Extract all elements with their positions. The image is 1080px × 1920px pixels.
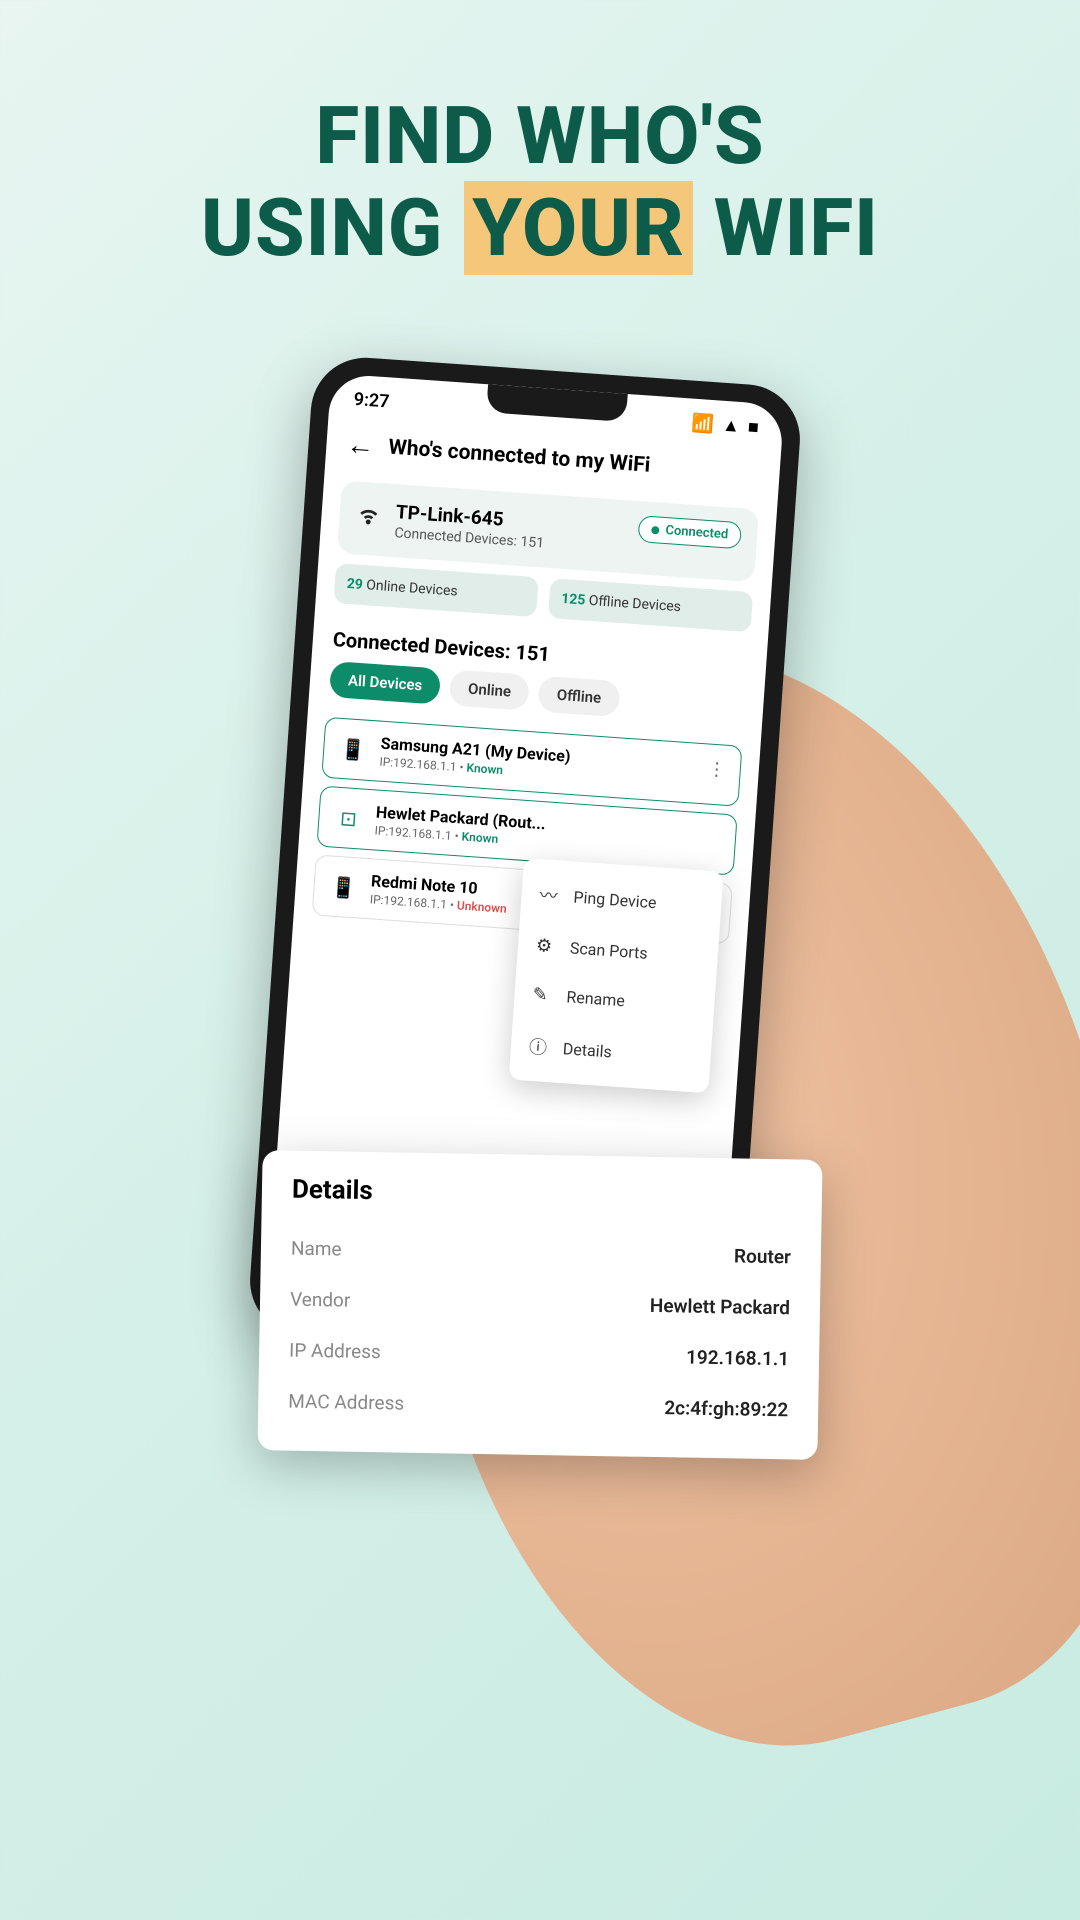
filter-offline[interactable]: Offline: [538, 676, 621, 718]
status-time: 9:27: [353, 389, 390, 412]
offline-devices-stat[interactable]: 125 Offline Devices: [548, 578, 753, 632]
back-button[interactable]: ←: [345, 428, 375, 463]
headline-highlight: YOUR: [464, 181, 693, 275]
promo-headline: FIND WHO'S USING YOUR WIFI: [0, 0, 1080, 274]
headline-line1: FIND WHO'S: [315, 89, 764, 183]
phone-device-icon: 📱: [328, 871, 360, 903]
signal-icon: 📶: [691, 413, 715, 436]
battery-icon: ■: [747, 417, 759, 439]
detail-row-vendor: Vendor Hewlett Packard: [290, 1274, 791, 1334]
detail-row-ip: IP Address 192.168.1.1: [289, 1325, 790, 1385]
details-card: Details Name Router Vendor Hewlett Packa…: [257, 1150, 822, 1460]
device-context-menu: 〰 Ping Device ⚙ Scan Ports ✎ Rename ⓘ De…: [509, 858, 724, 1093]
detail-mac-value: 2c:4f:gh:89:22: [664, 1396, 788, 1421]
detail-row-name: Name Router: [291, 1223, 792, 1283]
detail-vendor-value: Hewlett Packard: [650, 1294, 791, 1319]
detail-name-label: Name: [291, 1237, 342, 1261]
connected-label: Connected: [665, 523, 729, 542]
device-menu-icon[interactable]: ⋮: [707, 759, 726, 781]
wifi-icon: [355, 499, 383, 533]
detail-vendor-label: Vendor: [290, 1288, 351, 1312]
ping-icon: 〰: [539, 881, 561, 908]
online-label: Online Devices: [366, 577, 458, 599]
online-devices-stat[interactable]: 29 Online Devices: [333, 563, 538, 617]
filter-online[interactable]: Online: [449, 669, 530, 710]
detail-name-value: Router: [734, 1244, 791, 1268]
filter-all[interactable]: All Devices: [329, 661, 442, 705]
headline-line2a: USING: [201, 181, 443, 275]
router-device-icon: ⊡: [332, 802, 364, 834]
info-icon: ⓘ: [528, 1033, 550, 1060]
detail-mac-label: MAC Address: [288, 1390, 404, 1415]
hand-holding-phone: 9:27 📶 ▲ ■ ← Who's connected to my WiFi …: [90, 340, 990, 1740]
phone-device-icon: 📱: [337, 733, 369, 765]
detail-row-mac: MAC Address 2c:4f:gh:89:22: [288, 1376, 789, 1436]
app-title: Who's connected to my WiFi: [388, 435, 651, 477]
wifi-status-icon: ▲: [721, 415, 740, 437]
detail-ip-label: IP Address: [289, 1339, 381, 1364]
scan-icon: ⚙: [535, 935, 556, 957]
details-title: Details: [292, 1175, 792, 1214]
online-count: 29: [346, 576, 363, 593]
detail-ip-value: 192.168.1.1: [686, 1346, 789, 1371]
edit-icon: ✎: [532, 984, 553, 1006]
status-icons: 📶 ▲ ■: [691, 413, 759, 439]
offline-count: 125: [561, 591, 586, 609]
status-dot-icon: [651, 526, 660, 535]
offline-label: Offline Devices: [588, 593, 681, 615]
headline-line2b: WIFI: [714, 181, 879, 275]
